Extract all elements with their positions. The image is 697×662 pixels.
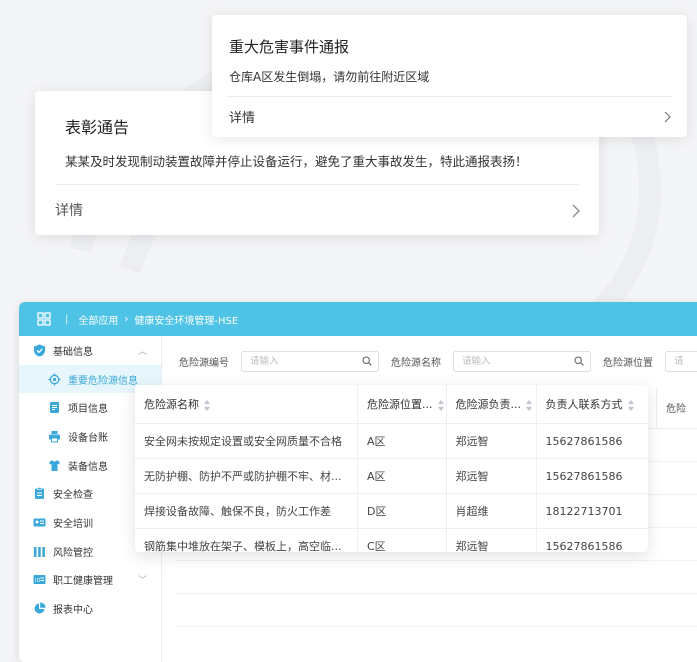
cell-hazard-name: 安全网未按规定设置或安全网质量不合格	[135, 423, 358, 459]
sort-icon[interactable]	[204, 399, 211, 411]
hazard-location-placeholder: 请	[674, 356, 684, 367]
printer-icon	[49, 430, 60, 443]
sidebar-item-label: 装备信息	[68, 461, 108, 473]
breadcrumb-current: 健康安全环境管理-HSE	[134, 315, 239, 327]
filter-bar: 危险源编号 请输入 危险源名称 请输入 危险源位置 请	[179, 351, 697, 372]
cell-hazard-name: 焊接设备故障、触保不良，防火工作差	[135, 493, 358, 529]
table-row[interactable]: 安全网未按规定设置或安全网质量不合格 A区 郑远智 15627861586	[135, 423, 648, 459]
hazard-id-placeholder: 请输入	[250, 356, 279, 367]
column-header-contact[interactable]: 负责人联系方式	[536, 385, 648, 424]
sidebar-item-label: 职工健康管理	[53, 576, 113, 588]
sidebar-item-label: 报表中心	[53, 605, 93, 617]
table-row[interactable]: 无防护棚、防护不严或防护棚不牢、材... A区 郑远智 15627861586	[135, 458, 648, 494]
hazard-table: 危险源名称 危险源位置... 危险源负责... 负责人联系方式 安全网未按规定设…	[135, 385, 648, 552]
table-header-row: 危险源名称 危险源位置... 危险源负责... 负责人联系方式	[135, 385, 648, 424]
card-divider	[55, 184, 579, 185]
alert-detail-link[interactable]: 详情	[229, 107, 255, 126]
breadcrumb-root[interactable]: 全部应用	[78, 312, 118, 327]
cell-location: C区	[357, 528, 447, 552]
sort-icon[interactable]	[627, 399, 635, 411]
hazard-event-alert-card: 重大危害事件通报 仓库A区发生倒塌，请勿前往附近区域 详情	[212, 15, 687, 137]
filter-label-hazard-name: 危险源名称	[391, 358, 441, 369]
filter-label-hazard-location: 危险源位置	[603, 358, 653, 369]
cell-contact: 18122713701	[536, 493, 648, 529]
table-row[interactable]: 焊接设备故障、触保不良，防火工作差 D区 肖超维 18122713701	[135, 493, 648, 529]
sidebar-item-employee-health[interactable]: ID 职工健康管理 ﹀	[19, 566, 161, 595]
sidebar-item-label: 基础信息	[53, 346, 93, 358]
cell-location: A区	[357, 423, 447, 459]
table-row[interactable]: 钢筋集中堆放在架子、模板上，高空临... C区 郑远智 15627861586	[135, 528, 648, 553]
hazard-name-placeholder: 请输入	[462, 356, 491, 367]
svg-text:ID: ID	[35, 578, 40, 584]
breadcrumb-chevron-icon: ›	[124, 313, 129, 325]
sidebar-item-label: 安全检查	[53, 490, 93, 502]
cell-hazard-name: 无防护棚、防护不严或防护棚不牢、材...	[135, 458, 358, 494]
hazard-location-input[interactable]: 请	[665, 351, 697, 372]
sidebar-item-label: 安全培训	[53, 518, 93, 530]
cell-hazard-name: 钢筋集中堆放在架子、模板上，高空临...	[135, 528, 358, 552]
sidebar-item-report-center[interactable]: 报表中心	[19, 594, 161, 623]
cell-contact: 15627861586	[545, 539, 623, 553]
hazard-table-card: 危险源名称 危险源位置... 危险源负责... 负责人联系方式 安全网未按规定设…	[135, 385, 648, 552]
chevron-down-icon: ﹀	[137, 576, 147, 587]
hazard-name-input[interactable]: 请输入	[453, 351, 591, 372]
commendation-body: 某某及时发现制动装置故障并停止设备运行，避免了重大事故发生，特此通报表扬！	[65, 154, 528, 169]
commendation-title: 表彰通告	[65, 118, 130, 137]
sort-icon[interactable]	[437, 399, 445, 411]
shield-check-icon	[34, 344, 45, 357]
hazard-id-input[interactable]: 请输入	[241, 351, 379, 372]
sidebar-item-label: 重要危险源信息	[68, 375, 138, 387]
cell-owner: 肖超维	[446, 493, 537, 529]
cell-contact: 15627861586	[536, 423, 648, 459]
id-card-icon	[33, 518, 46, 527]
sidebar-item-label: 项目信息	[68, 404, 108, 416]
chevron-up-icon: ︿	[137, 346, 147, 357]
cell-contact: 15627861586	[536, 458, 648, 494]
column-header-owner[interactable]: 危险源负责...	[446, 385, 537, 424]
apps-grid-icon[interactable]	[37, 312, 51, 326]
commendation-detail-link[interactable]: 详情	[55, 200, 83, 220]
shirt-icon	[49, 459, 60, 471]
cell-location: A区	[357, 458, 447, 494]
sidebar-item-label: 风险管控	[53, 547, 93, 559]
search-icon[interactable]	[362, 356, 372, 366]
search-icon[interactable]	[574, 356, 584, 366]
pie-chart-icon	[34, 602, 46, 614]
filter-label-hazard-id: 危险源编号	[179, 358, 229, 369]
cell-owner: 郑远智	[446, 423, 537, 459]
cell-location: D区	[357, 493, 447, 529]
alert-title: 重大危害事件通报	[229, 38, 350, 56]
sort-icon[interactable]	[526, 399, 533, 411]
id-badge-icon: ID	[33, 575, 46, 585]
card-divider	[227, 96, 672, 97]
cell-owner: 郑远智	[446, 458, 537, 494]
chevron-right-icon[interactable]	[664, 111, 671, 123]
alert-body: 仓库A区发生倒塌，请勿前往附近区域	[229, 70, 430, 84]
clipboard-icon	[35, 487, 44, 500]
column-header-location[interactable]: 危险源位置...	[357, 385, 447, 424]
column-header-hazard-name[interactable]: 危险源名称	[135, 385, 358, 424]
background-column-label: 危险	[666, 404, 686, 415]
bar-chart-icon	[34, 546, 45, 557]
cell-owner: 郑远智	[446, 528, 537, 552]
chevron-right-icon[interactable]	[572, 204, 580, 218]
document-icon	[50, 402, 59, 414]
sidebar-item-label: 设备台账	[68, 432, 108, 444]
breadcrumb-separator: |	[65, 313, 69, 325]
app-header: | 全部应用 › 健康安全环境管理-HSE	[19, 302, 697, 336]
target-icon	[48, 373, 61, 386]
sidebar-item-basic-info[interactable]: 基础信息 ︿	[19, 336, 161, 365]
